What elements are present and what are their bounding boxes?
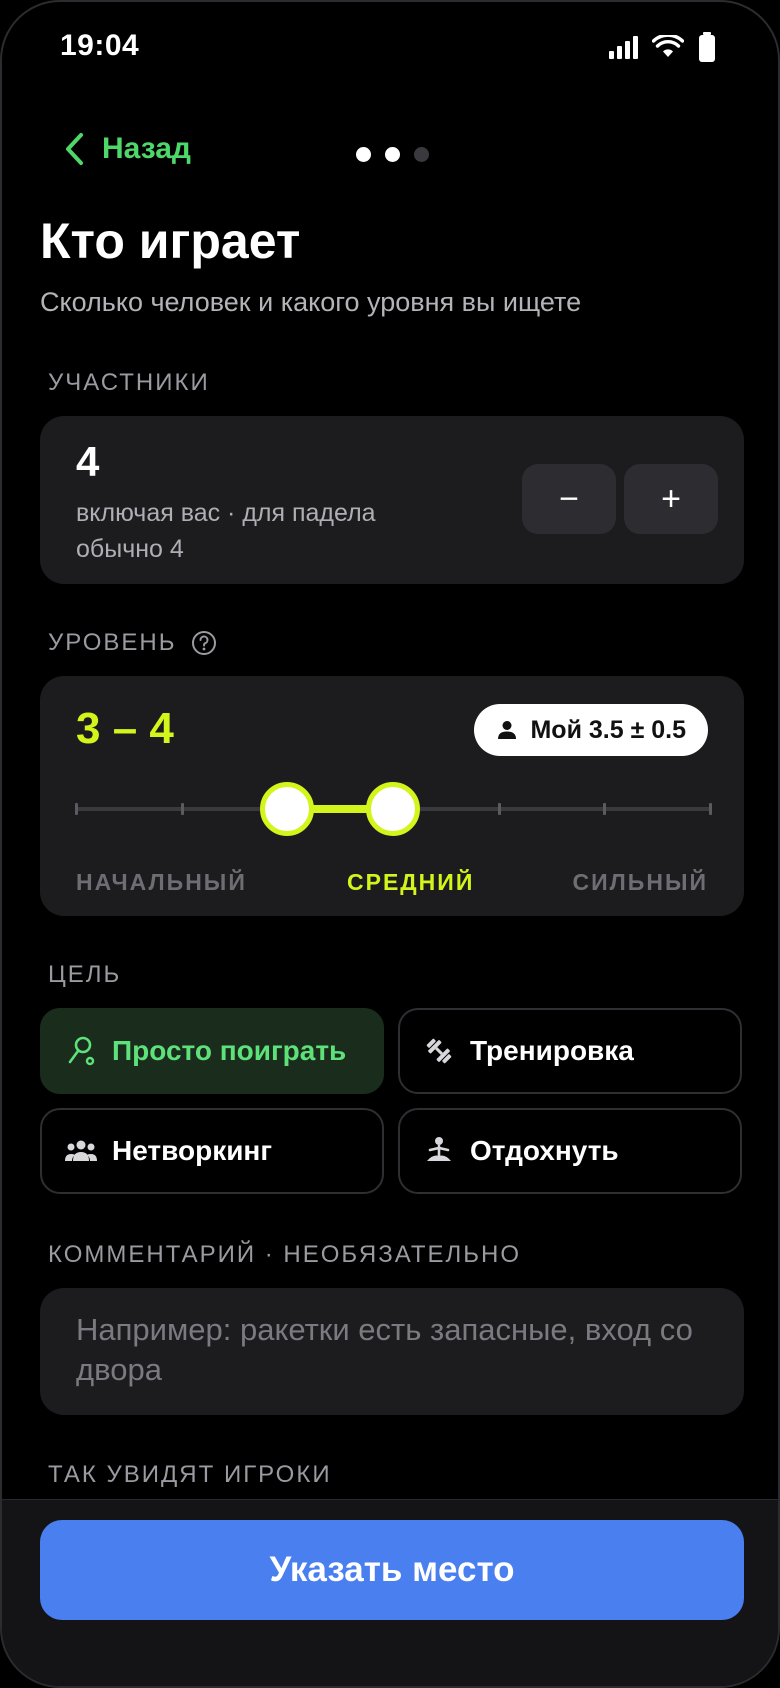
- page-title: Кто играет: [40, 213, 301, 269]
- choose-place-button[interactable]: Указать место: [40, 1520, 744, 1620]
- status-icons: [609, 32, 716, 62]
- goal-option-label: Отдохнуть: [470, 1135, 619, 1166]
- comment-placeholder: Например: ракетки есть запасные, вход со…: [76, 1312, 693, 1387]
- back-label: Назад: [102, 132, 191, 165]
- status-bar: 19:04: [2, 2, 778, 92]
- step-indicator: [356, 147, 429, 162]
- participants-card: 4 включая вас · для падела обычно 4 − +: [40, 416, 744, 584]
- goal-label: ЦЕЛЬ: [48, 961, 122, 988]
- goal-option-networking[interactable]: Нетворкинг: [40, 1108, 384, 1194]
- level-section-label: УРОВЕНЬ: [48, 629, 217, 657]
- participants-section-label: УЧАСТНИКИ: [48, 369, 210, 397]
- goal-option-training[interactable]: Тренировка: [398, 1008, 742, 1094]
- step-dot: [356, 147, 371, 162]
- preview-label: ТАК УВИДЯТ ИГРОКИ: [48, 1461, 332, 1488]
- level-slider-max-thumb[interactable]: [366, 782, 420, 836]
- person-icon: [498, 721, 517, 739]
- phone-screen: 19:04 Назад Кто играет Сколько человек и…: [0, 0, 780, 1688]
- help-icon[interactable]: [191, 630, 217, 656]
- bottom-bar: Указать место: [2, 1499, 778, 1686]
- page-subtitle: Сколько человек и какого уровня вы ищете: [40, 287, 582, 317]
- people-group-icon: [64, 1134, 98, 1168]
- my-level-text: Мой 3.5 ± 0.5: [530, 715, 686, 744]
- level-slider-tick: [603, 803, 607, 815]
- status-time: 19:04: [60, 29, 140, 62]
- person-play-icon: [64, 1034, 98, 1068]
- comment-section-label: КОММЕНТАРИЙ · НЕОБЯЗАТЕЛЬНО: [48, 1241, 521, 1269]
- goal-option-relax[interactable]: Отдохнуть: [398, 1108, 742, 1194]
- goal-option-label: Тренировка: [470, 1035, 634, 1066]
- goal-option-label: Просто поиграть: [112, 1035, 347, 1066]
- level-slider-track[interactable]: [75, 782, 712, 836]
- goal-section-label: ЦЕЛЬ: [48, 961, 121, 989]
- goal-option-just-play[interactable]: Просто поиграть: [40, 1008, 384, 1094]
- back-button[interactable]: Назад: [64, 132, 191, 166]
- minus-icon: −: [559, 479, 579, 518]
- level-label-beginner: НАЧАЛЬНЫЙ: [76, 869, 247, 895]
- step-dot: [385, 147, 400, 162]
- decrease-button[interactable]: −: [522, 464, 616, 534]
- level-slider-tick: [497, 803, 501, 815]
- level-slider-tick: [709, 803, 712, 815]
- participants-label: УЧАСТНИКИ: [48, 369, 210, 396]
- choose-place-label: Указать место: [269, 1550, 515, 1589]
- level-slider-tick: [75, 803, 78, 815]
- top-nav: Назад: [2, 132, 778, 178]
- chevron-left-icon: [66, 133, 83, 165]
- comment-label: КОММЕНТАРИЙ · НЕОБЯЗАТЕЛЬНО: [48, 1241, 522, 1268]
- step-dot: [414, 147, 429, 162]
- dumbbell-icon: [422, 1034, 456, 1068]
- participants-count: 4: [76, 438, 100, 485]
- plus-icon: +: [661, 479, 681, 518]
- battery-icon: [699, 32, 715, 62]
- level-label: УРОВЕНЬ: [48, 629, 177, 656]
- level-range-value: 3 – 4: [76, 704, 174, 753]
- comment-input[interactable]: Например: ракетки есть запасные, вход со…: [40, 1288, 744, 1415]
- level-slider-min-thumb[interactable]: [260, 782, 315, 836]
- meditation-icon: [422, 1134, 456, 1168]
- wifi-icon: [652, 35, 684, 57]
- level-slider-tick: [180, 803, 184, 815]
- my-level-badge[interactable]: Мой 3.5 ± 0.5: [474, 704, 708, 756]
- participants-note: включая вас · для падела обычно 4: [76, 499, 376, 563]
- level-card: 3 – 4 Мой 3.5 ± 0.5 НАЧАЛЬНЫЙ СРЕДНИЙ СИ…: [40, 676, 744, 916]
- level-label-advanced: СИЛЬНЫЙ: [572, 869, 708, 895]
- preview-section-label: ТАК УВИДЯТ ИГРОКИ: [48, 1461, 332, 1489]
- goal-option-label: Нетворкинг: [112, 1135, 272, 1166]
- cellular-signal-icon: [609, 35, 638, 59]
- increase-button[interactable]: +: [624, 464, 718, 534]
- level-label-intermediate: СРЕДНИЙ: [347, 869, 475, 895]
